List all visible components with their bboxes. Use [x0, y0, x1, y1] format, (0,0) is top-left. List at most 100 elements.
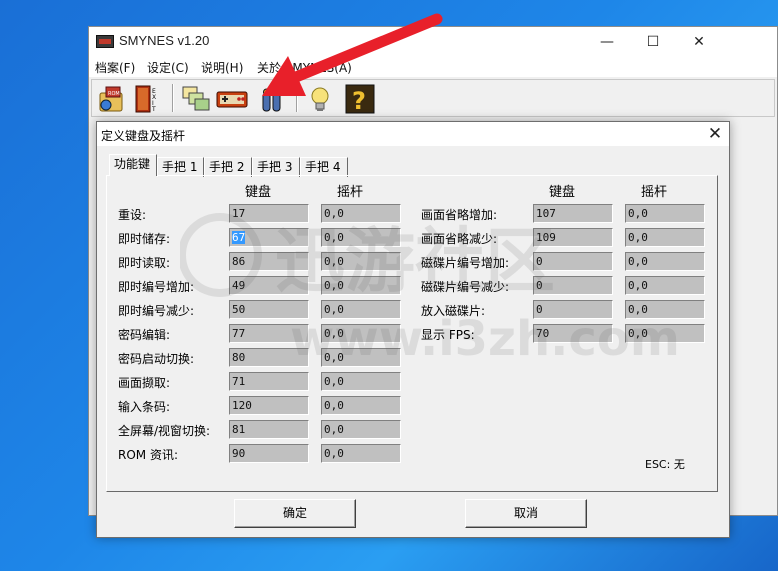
- menu-help[interactable]: 说明(H): [201, 59, 243, 76]
- right-keyboard-field[interactable]: 0: [533, 276, 613, 295]
- keyboard-field-value: 86: [232, 255, 246, 268]
- open-rom-icon[interactable]: ROM: [96, 83, 128, 115]
- keyboard-field-value: 50: [232, 303, 246, 316]
- left-joystick-field[interactable]: 0,0: [321, 276, 401, 295]
- left-joystick-field[interactable]: 0,0: [321, 420, 401, 439]
- joystick-field-value: 0,0: [324, 255, 344, 268]
- left-keyboard-field[interactable]: 80: [229, 348, 309, 367]
- toolbar: ROM E X I T ?: [91, 79, 775, 117]
- exit-icon[interactable]: E X I T: [132, 83, 164, 115]
- menu-file[interactable]: 档案(F): [95, 59, 135, 76]
- left-joystick-field[interactable]: 0,0: [321, 396, 401, 415]
- keyboard-field-value: 71: [232, 375, 246, 388]
- keyboard-field-value: 80: [232, 351, 246, 364]
- define-keys-dialog: 定义键盘及摇杆 ✕ 功能键 手把 1 手把 2 手把 3 手把 4 键盘 摇杆 …: [96, 121, 730, 538]
- cancel-button[interactable]: 取消: [465, 499, 587, 528]
- joystick-field-value: 0,0: [628, 231, 648, 244]
- joystick-icon[interactable]: [256, 83, 288, 115]
- left-joystick-field[interactable]: 0,0: [321, 372, 401, 391]
- lightbulb-icon[interactable]: [304, 83, 336, 115]
- right-row-label: 磁碟片编号减少:: [421, 280, 510, 294]
- dialog-close-button[interactable]: ✕: [703, 123, 727, 145]
- joystick-field-value: 0,0: [324, 351, 344, 364]
- tab-controller-4[interactable]: 手把 4: [300, 157, 348, 177]
- svg-text:T: T: [151, 106, 156, 113]
- left-joystick-field[interactable]: 0,0: [321, 348, 401, 367]
- windows-icon[interactable]: [180, 83, 212, 115]
- left-joystick-field[interactable]: 0,0: [321, 252, 401, 271]
- maximize-button[interactable]: ☐: [630, 27, 676, 57]
- left-joystick-field[interactable]: 0,0: [321, 228, 401, 247]
- left-row-label: 密码编辑:: [118, 328, 171, 342]
- close-button[interactable]: ✕: [676, 27, 722, 57]
- joystick-field-value: 0,0: [628, 327, 648, 340]
- joystick-field-value: 0,0: [324, 399, 344, 412]
- left-keyboard-field[interactable]: 81: [229, 420, 309, 439]
- right-keyboard-field[interactable]: 109: [533, 228, 613, 247]
- joystick-field-value: 0,0: [324, 279, 344, 292]
- tab-function-keys[interactable]: 功能键: [109, 154, 157, 176]
- keyboard-field-value: 0: [536, 255, 543, 268]
- joystick-field-value: 0,0: [324, 207, 344, 220]
- left-joystick-field[interactable]: 0,0: [321, 444, 401, 463]
- joystick-field-value: 0,0: [324, 447, 344, 460]
- left-row-label: 画面撷取:: [118, 376, 171, 390]
- esc-label: ESC: 无: [645, 458, 685, 471]
- right-joystick-field[interactable]: 0,0: [625, 300, 705, 319]
- ok-button[interactable]: 确定: [234, 499, 356, 528]
- tab-controller-2[interactable]: 手把 2: [204, 157, 252, 177]
- joystick-field-value: 0,0: [628, 303, 648, 316]
- right-joystick-field[interactable]: 0,0: [625, 324, 705, 343]
- toolbar-separator: [296, 84, 298, 112]
- left-keyboard-field[interactable]: 49: [229, 276, 309, 295]
- left-keyboard-field[interactable]: 67: [229, 228, 309, 247]
- minimize-button[interactable]: —: [584, 27, 630, 57]
- keyboard-field-value: 107: [536, 207, 556, 220]
- col-header-keyboard-right: 键盘: [549, 185, 576, 200]
- left-joystick-field[interactable]: 0,0: [321, 324, 401, 343]
- menu-settings[interactable]: 设定(C): [147, 59, 189, 76]
- right-joystick-field[interactable]: 0,0: [625, 276, 705, 295]
- right-joystick-field[interactable]: 0,0: [625, 204, 705, 223]
- left-keyboard-field[interactable]: 120: [229, 396, 309, 415]
- right-joystick-field[interactable]: 0,0: [625, 252, 705, 271]
- left-keyboard-field[interactable]: 77: [229, 324, 309, 343]
- keyboard-field-value: 67: [232, 231, 246, 244]
- menu-about[interactable]: 关於 SMYNES(A): [257, 59, 352, 76]
- dialog-title-bar[interactable]: 定义键盘及摇杆 ✕: [97, 122, 729, 146]
- right-keyboard-field[interactable]: 0: [533, 252, 613, 271]
- tab-controller-3[interactable]: 手把 3: [252, 157, 300, 177]
- joystick-field-value: 0,0: [628, 255, 648, 268]
- keyboard-field-value: 70: [536, 327, 550, 340]
- right-joystick-field[interactable]: 0,0: [625, 228, 705, 247]
- title-bar[interactable]: SMYNES v1.20 — ☐ ✕: [89, 27, 777, 57]
- right-keyboard-field[interactable]: 0: [533, 300, 613, 319]
- joystick-field-value: 0,0: [324, 375, 344, 388]
- left-row-label: 即时编号减少:: [118, 304, 195, 318]
- keyboard-field-value: 77: [232, 327, 246, 340]
- help-icon[interactable]: ?: [344, 83, 376, 115]
- left-row-label: 即时储存:: [118, 232, 171, 246]
- right-keyboard-field[interactable]: 107: [533, 204, 613, 223]
- left-row-label: 密码启动切换:: [118, 352, 195, 366]
- left-row-label: ROM 资讯:: [118, 448, 178, 462]
- left-row-label: 即时编号增加:: [118, 280, 195, 294]
- tab-controller-1[interactable]: 手把 1: [157, 157, 204, 177]
- left-keyboard-field[interactable]: 17: [229, 204, 309, 223]
- keyboard-field-value: 0: [536, 303, 543, 316]
- left-joystick-field[interactable]: 0,0: [321, 300, 401, 319]
- left-keyboard-field[interactable]: 50: [229, 300, 309, 319]
- left-row-label: 重设:: [118, 208, 147, 222]
- left-joystick-field[interactable]: 0,0: [321, 204, 401, 223]
- left-keyboard-field[interactable]: 90: [229, 444, 309, 463]
- col-header-keyboard-left: 键盘: [245, 185, 272, 200]
- right-row-label: 画面省略减少:: [421, 232, 498, 246]
- keyboard-field-value: 0: [536, 279, 543, 292]
- nes-controller-icon[interactable]: [216, 83, 248, 115]
- joystick-field-value: 0,0: [324, 423, 344, 436]
- left-keyboard-field[interactable]: 86: [229, 252, 309, 271]
- col-header-joystick-right: 摇杆: [641, 185, 668, 200]
- keyboard-field-value: 90: [232, 447, 246, 460]
- left-keyboard-field[interactable]: 71: [229, 372, 309, 391]
- right-keyboard-field[interactable]: 70: [533, 324, 613, 343]
